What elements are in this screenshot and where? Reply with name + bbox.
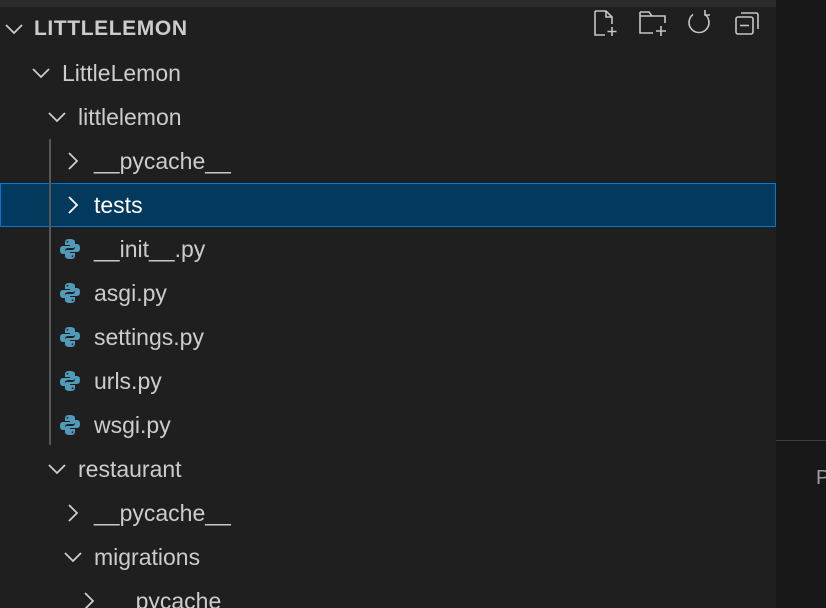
python-file-icon (59, 414, 81, 441)
tree-folder-restaurant[interactable]: restaurant (0, 447, 776, 491)
tree-item-label: __pycache__ (94, 500, 231, 526)
chevron-down-icon (46, 458, 68, 485)
tree-file-settings[interactable]: settings.py (0, 315, 776, 359)
tree-file-urls[interactable]: urls.py (0, 359, 776, 403)
tree-item-label: asgi.py (94, 280, 167, 306)
tree-item-label: wsgi.py (94, 412, 171, 438)
tree-file-init[interactable]: __init__.py (0, 227, 776, 271)
chevron-right-icon (62, 194, 84, 221)
chevron-right-icon (78, 590, 100, 608)
tree-folder-littlelemon[interactable]: littlelemon (0, 95, 776, 139)
python-file-icon (59, 370, 81, 397)
explorer-panel: LITTLELEMON LittleLemon littlelemon __py… (0, 0, 776, 608)
python-file-icon (59, 238, 81, 265)
refresh-button[interactable] (682, 7, 716, 39)
python-file-icon (59, 282, 81, 309)
collapse-all-button[interactable] (730, 7, 764, 39)
chevron-down-icon (46, 106, 68, 133)
tree-item-label: migrations (94, 544, 201, 570)
tree-folder-littlelemon-root[interactable]: LittleLemon (0, 51, 776, 95)
tree-item-label: __pycache__ (110, 588, 247, 608)
tree-item-label: tests (94, 192, 143, 218)
tree-folder-migrations[interactable]: migrations (0, 535, 776, 579)
tree-item-label: __init__.py (94, 236, 206, 262)
section-title: LITTLELEMON (34, 17, 188, 40)
new-folder-icon (639, 11, 666, 36)
chevron-right-icon (62, 502, 84, 529)
panel-top-border (0, 0, 776, 7)
tree-item-label: urls.py (94, 368, 162, 394)
tree-folder-pycache[interactable]: __pycache__ (0, 139, 776, 183)
tree-file-wsgi[interactable]: wsgi.py (0, 403, 776, 447)
python-file-icon (59, 326, 81, 353)
tree-item-label: __pycache__ (94, 148, 231, 174)
new-file-button[interactable] (588, 7, 622, 39)
tree-folder-tests[interactable]: tests (0, 183, 776, 227)
indent-guide (49, 139, 51, 445)
panel-tab-label[interactable]: P (816, 466, 826, 490)
panel-divider (776, 440, 826, 441)
chevron-right-icon (62, 150, 84, 177)
editor-area-edge (776, 0, 826, 608)
new-folder-button[interactable] (636, 7, 670, 39)
new-file-icon (594, 10, 617, 36)
chevron-down-icon (62, 546, 84, 573)
chevron-down-icon (3, 18, 25, 45)
tree-folder-pycache-migrations[interactable]: __pycache__ (0, 579, 776, 608)
refresh-icon (688, 10, 710, 34)
chevron-down-icon (30, 62, 52, 89)
tree-item-label: settings.py (94, 324, 204, 350)
tree-file-asgi[interactable]: asgi.py (0, 271, 776, 315)
collapse-all-icon (735, 12, 759, 35)
tree-item-label: LittleLemon (62, 60, 181, 86)
tree-item-label: littlelemon (78, 104, 182, 130)
tree-folder-pycache-restaurant[interactable]: __pycache__ (0, 491, 776, 535)
tree-item-label: restaurant (78, 456, 182, 482)
